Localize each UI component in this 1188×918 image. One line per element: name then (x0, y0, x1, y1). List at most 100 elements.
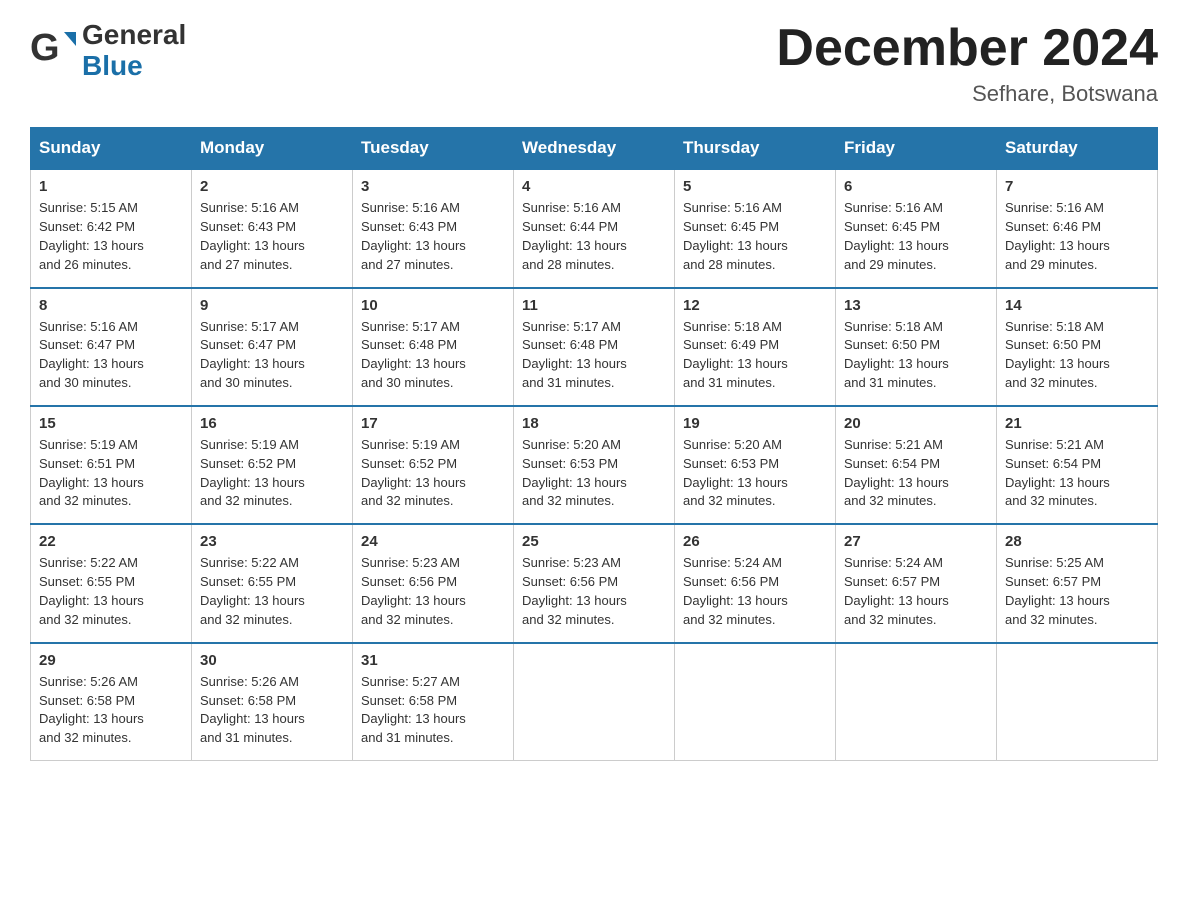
table-row (514, 643, 675, 761)
table-row: 2 Sunrise: 5:16 AMSunset: 6:43 PMDaylight… (192, 169, 353, 287)
day-number: 22 (39, 533, 183, 550)
table-row: 4 Sunrise: 5:16 AMSunset: 6:44 PMDaylight… (514, 169, 675, 287)
col-monday: Monday (192, 128, 353, 170)
day-number: 28 (1005, 533, 1149, 550)
day-number: 26 (683, 533, 827, 550)
day-info: Sunrise: 5:19 AMSunset: 6:51 PMDaylight:… (39, 436, 183, 511)
day-number: 12 (683, 297, 827, 314)
calendar-table: Sunday Monday Tuesday Wednesday Thursday… (30, 127, 1158, 761)
table-row: 29Sunrise: 5:26 AMSunset: 6:58 PMDayligh… (31, 643, 192, 761)
day-number: 30 (200, 652, 344, 669)
col-wednesday: Wednesday (514, 128, 675, 170)
table-row: 3 Sunrise: 5:16 AMSunset: 6:43 PMDaylight… (353, 169, 514, 287)
col-sunday: Sunday (31, 128, 192, 170)
table-row: 21Sunrise: 5:21 AMSunset: 6:54 PMDayligh… (997, 406, 1158, 524)
table-row: 6 Sunrise: 5:16 AMSunset: 6:45 PMDaylight… (836, 169, 997, 287)
day-info: Sunrise: 5:22 AMSunset: 6:55 PMDaylight:… (200, 554, 344, 629)
location-text: Sefhare, Botswana (776, 81, 1158, 107)
day-info: Sunrise: 5:16 AMSunset: 6:45 PMDaylight:… (683, 199, 827, 274)
day-info: Sunrise: 5:20 AMSunset: 6:53 PMDaylight:… (683, 436, 827, 511)
calendar-header-row: Sunday Monday Tuesday Wednesday Thursday… (31, 128, 1158, 170)
day-number: 13 (844, 297, 988, 314)
day-info: Sunrise: 5:26 AMSunset: 6:58 PMDaylight:… (200, 673, 344, 748)
day-info: Sunrise: 5:24 AMSunset: 6:57 PMDaylight:… (844, 554, 988, 629)
table-row: 8 Sunrise: 5:16 AMSunset: 6:47 PMDaylight… (31, 288, 192, 406)
calendar-week-3: 15 Sunrise: 5:19 AMSunset: 6:51 PMDayligh… (31, 406, 1158, 524)
day-number: 14 (1005, 297, 1149, 314)
day-info: Sunrise: 5:24 AMSunset: 6:56 PMDaylight:… (683, 554, 827, 629)
day-number: 16 (200, 415, 344, 432)
day-info: Sunrise: 5:18 AMSunset: 6:50 PMDaylight:… (1005, 318, 1149, 393)
table-row: 5Sunrise: 5:16 AMSunset: 6:45 PMDaylight… (675, 169, 836, 287)
day-number: 9 (200, 297, 344, 314)
page-header: G General Blue December 2024 Sefhare, Bo… (30, 20, 1158, 107)
table-row: 10 Sunrise: 5:17 AMSunset: 6:48 PMDayligh… (353, 288, 514, 406)
day-info: Sunrise: 5:19 AMSunset: 6:52 PMDaylight:… (200, 436, 344, 511)
col-thursday: Thursday (675, 128, 836, 170)
day-number: 24 (361, 533, 505, 550)
day-info: Sunrise: 5:15 AMSunset: 6:42 PMDaylight:… (39, 199, 183, 274)
day-number: 27 (844, 533, 988, 550)
calendar-week-2: 8 Sunrise: 5:16 AMSunset: 6:47 PMDaylight… (31, 288, 1158, 406)
table-row (836, 643, 997, 761)
table-row: 20Sunrise: 5:21 AMSunset: 6:54 PMDayligh… (836, 406, 997, 524)
table-row: 13 Sunrise: 5:18 AMSunset: 6:50 PMDayligh… (836, 288, 997, 406)
day-number: 21 (1005, 415, 1149, 432)
table-row: 17 Sunrise: 5:19 AMSunset: 6:52 PMDayligh… (353, 406, 514, 524)
day-number: 25 (522, 533, 666, 550)
day-number: 18 (522, 415, 666, 432)
table-row: 16 Sunrise: 5:19 AMSunset: 6:52 PMDayligh… (192, 406, 353, 524)
table-row: 15 Sunrise: 5:19 AMSunset: 6:51 PMDayligh… (31, 406, 192, 524)
svg-text:G: G (30, 27, 60, 69)
day-number: 17 (361, 415, 505, 432)
table-row: 22 Sunrise: 5:22 AMSunset: 6:55 PMDayligh… (31, 524, 192, 642)
day-info: Sunrise: 5:16 AMSunset: 6:43 PMDaylight:… (361, 199, 505, 274)
day-number: 1 (39, 178, 183, 195)
logo-general-text: General (82, 20, 186, 51)
table-row: 25Sunrise: 5:23 AMSunset: 6:56 PMDayligh… (514, 524, 675, 642)
day-info: Sunrise: 5:16 AMSunset: 6:45 PMDaylight:… (844, 199, 988, 274)
col-tuesday: Tuesday (353, 128, 514, 170)
col-saturday: Saturday (997, 128, 1158, 170)
day-number: 8 (39, 297, 183, 314)
month-title: December 2024 (776, 20, 1158, 77)
day-info: Sunrise: 5:17 AMSunset: 6:48 PMDaylight:… (522, 318, 666, 393)
day-info: Sunrise: 5:23 AMSunset: 6:56 PMDaylight:… (361, 554, 505, 629)
day-number: 15 (39, 415, 183, 432)
day-info: Sunrise: 5:22 AMSunset: 6:55 PMDaylight:… (39, 554, 183, 629)
logo-blue-text: Blue (82, 51, 186, 82)
table-row: 19 Sunrise: 5:20 AMSunset: 6:53 PMDayligh… (675, 406, 836, 524)
table-row: 24 Sunrise: 5:23 AMSunset: 6:56 PMDayligh… (353, 524, 514, 642)
day-info: Sunrise: 5:19 AMSunset: 6:52 PMDaylight:… (361, 436, 505, 511)
day-info: Sunrise: 5:16 AMSunset: 6:43 PMDaylight:… (200, 199, 344, 274)
day-number: 11 (522, 297, 666, 314)
day-info: Sunrise: 5:17 AMSunset: 6:48 PMDaylight:… (361, 318, 505, 393)
day-number: 10 (361, 297, 505, 314)
day-number: 31 (361, 652, 505, 669)
day-info: Sunrise: 5:25 AMSunset: 6:57 PMDaylight:… (1005, 554, 1149, 629)
day-info: Sunrise: 5:16 AMSunset: 6:44 PMDaylight:… (522, 199, 666, 274)
table-row: 1 Sunrise: 5:15 AMSunset: 6:42 PMDaylight… (31, 169, 192, 287)
table-row: 30 Sunrise: 5:26 AMSunset: 6:58 PMDayligh… (192, 643, 353, 761)
table-row: 31Sunrise: 5:27 AMSunset: 6:58 PMDayligh… (353, 643, 514, 761)
table-row (997, 643, 1158, 761)
calendar-week-1: 1 Sunrise: 5:15 AMSunset: 6:42 PMDaylight… (31, 169, 1158, 287)
day-info: Sunrise: 5:16 AMSunset: 6:47 PMDaylight:… (39, 318, 183, 393)
table-row: 14 Sunrise: 5:18 AMSunset: 6:50 PMDayligh… (997, 288, 1158, 406)
day-number: 6 (844, 178, 988, 195)
day-number: 3 (361, 178, 505, 195)
title-area: December 2024 Sefhare, Botswana (776, 20, 1158, 107)
day-number: 7 (1005, 178, 1149, 195)
day-info: Sunrise: 5:16 AMSunset: 6:46 PMDaylight:… (1005, 199, 1149, 274)
day-number: 2 (200, 178, 344, 195)
day-number: 4 (522, 178, 666, 195)
day-info: Sunrise: 5:20 AMSunset: 6:53 PMDaylight:… (522, 436, 666, 511)
table-row: 12 Sunrise: 5:18 AMSunset: 6:49 PMDayligh… (675, 288, 836, 406)
day-info: Sunrise: 5:18 AMSunset: 6:50 PMDaylight:… (844, 318, 988, 393)
calendar-week-5: 29Sunrise: 5:26 AMSunset: 6:58 PMDayligh… (31, 643, 1158, 761)
day-info: Sunrise: 5:18 AMSunset: 6:49 PMDaylight:… (683, 318, 827, 393)
day-number: 19 (683, 415, 827, 432)
table-row (675, 643, 836, 761)
table-row: 23Sunrise: 5:22 AMSunset: 6:55 PMDayligh… (192, 524, 353, 642)
day-info: Sunrise: 5:26 AMSunset: 6:58 PMDaylight:… (39, 673, 183, 748)
